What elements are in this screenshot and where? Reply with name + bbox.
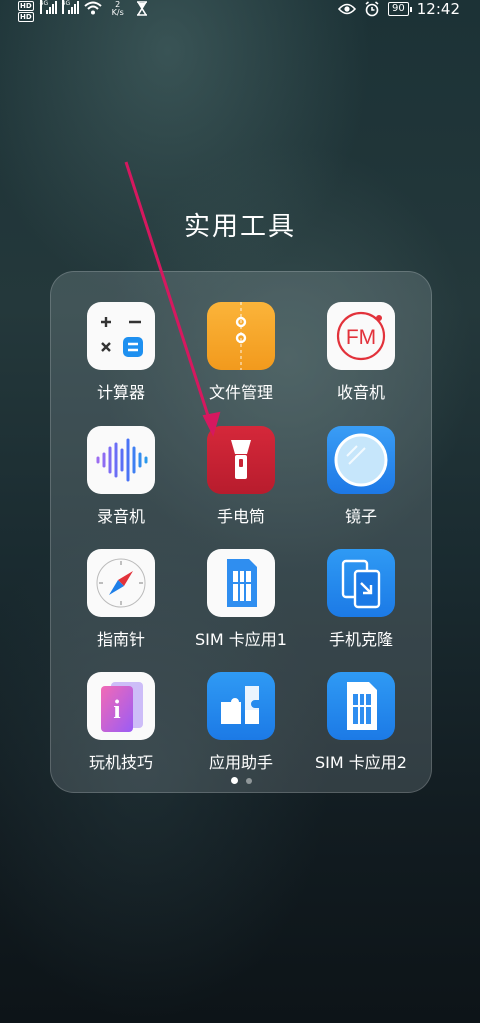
status-left: HD HD 4G 4G 2 K/s (18, 0, 148, 23)
app-label: 应用助手 (208, 753, 273, 772)
file-manager-icon (207, 302, 275, 370)
app-label: 指南针 (96, 630, 145, 649)
app-flashlight[interactable]: 手电筒 (181, 426, 301, 527)
app-tips[interactable]: i 玩机技巧 (61, 672, 181, 773)
app-label: 镜子 (344, 507, 377, 526)
status-right: 90 12:42 (338, 0, 460, 18)
network-speed: 2 K/s (112, 1, 124, 17)
app-label: 玩机技巧 (88, 753, 153, 772)
fm-radio-icon: FM (327, 302, 395, 370)
signal-icon: 4G (39, 0, 57, 14)
app-label: 文件管理 (208, 383, 273, 402)
app-label: 手电筒 (216, 507, 265, 526)
alarm-icon (365, 1, 379, 17)
app-label: 手机克隆 (328, 630, 393, 649)
folder-title[interactable]: 实用工具 (0, 206, 480, 243)
app-file-manager[interactable]: 文件管理 (181, 302, 301, 403)
app-label: 录音机 (96, 507, 145, 526)
app-label: 计算器 (96, 383, 145, 402)
tips-icon: i (87, 672, 155, 740)
fm-text: FM (346, 326, 376, 349)
app-assistant-icon (207, 672, 275, 740)
hd-indicators: HD HD (18, 1, 34, 23)
app-label: SIM 卡应用1 (195, 630, 287, 649)
hd-badge: HD (18, 12, 34, 22)
app-label: 收音机 (336, 383, 385, 402)
network-type: 4G (61, 0, 70, 14)
recorder-icon (87, 426, 155, 494)
app-mirror[interactable]: 镜子 (301, 426, 421, 527)
app-fm-radio[interactable]: FM 收音机 (301, 302, 421, 403)
mirror-icon (327, 426, 395, 494)
sim-card-icon (207, 549, 275, 617)
folder-panel: 计算器 文件管理 FM 收音机 录音机 手电筒 镜子 指南针 SIM 卡应用1 … (50, 271, 432, 793)
app-sim-card-1[interactable]: SIM 卡应用1 (181, 549, 301, 650)
app-phone-clone[interactable]: 手机克隆 (301, 549, 421, 650)
app-compass[interactable]: 指南针 (61, 549, 181, 650)
clock: 12:42 (416, 0, 460, 18)
compass-icon (87, 549, 155, 617)
signal-icon: 4G (61, 0, 79, 14)
page-dot-active[interactable] (230, 777, 238, 784)
app-label: SIM 卡应用2 (315, 753, 407, 772)
sim-card-icon (327, 672, 395, 740)
eye-comfort-icon (338, 3, 357, 15)
app-sim-card-2[interactable]: SIM 卡应用2 (301, 672, 421, 773)
hd-badge: HD (18, 1, 34, 11)
hourglass-icon (136, 1, 147, 16)
network-type: 4G (39, 0, 48, 14)
page-indicator[interactable] (51, 777, 431, 784)
tips-letter: i (113, 695, 120, 724)
battery-indicator: 90 (388, 2, 412, 16)
app-recorder[interactable]: 录音机 (61, 426, 181, 527)
flashlight-icon (207, 426, 275, 494)
wifi-icon (84, 1, 102, 15)
status-bar: HD HD 4G 4G 2 K/s 90 12:42 (0, 0, 480, 22)
app-calculator[interactable]: 计算器 (61, 302, 181, 403)
page-dot[interactable] (245, 778, 252, 784)
phone-clone-icon (327, 549, 395, 617)
speed-unit: K/s (111, 8, 124, 17)
calculator-icon (87, 302, 155, 370)
app-app-assistant[interactable]: 应用助手 (181, 672, 301, 773)
